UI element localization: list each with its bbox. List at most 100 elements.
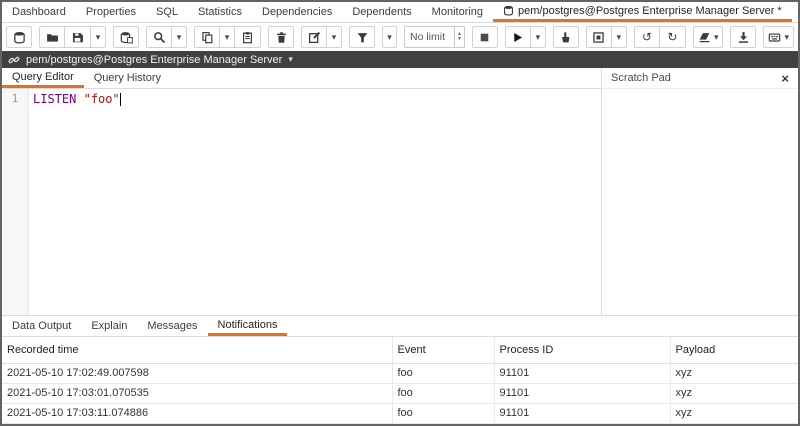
eraser-icon bbox=[698, 31, 711, 44]
tab-label: pem/postgres@Postgres Enterprise Manager… bbox=[518, 5, 782, 17]
query-tool-window: Dashboard Properties SQL Statistics Depe… bbox=[0, 0, 800, 426]
tab-dependents[interactable]: Dependents bbox=[342, 2, 421, 22]
tab-label: Dependencies bbox=[262, 6, 332, 18]
download-icon bbox=[737, 31, 750, 44]
notifications-table: Recorded time Event Process ID Payload 2… bbox=[2, 337, 798, 424]
download-button[interactable] bbox=[730, 26, 756, 48]
column-process-id[interactable]: Process ID bbox=[494, 337, 670, 363]
tab-explain[interactable]: Explain bbox=[81, 316, 137, 336]
explain-button[interactable] bbox=[553, 26, 579, 48]
save-data-changes-button[interactable] bbox=[113, 26, 139, 48]
table-row[interactable]: 2021-05-10 17:03:01.070535 foo 91101 xyz bbox=[2, 383, 798, 403]
clear-button[interactable]: ▾ bbox=[693, 26, 724, 48]
filter-icon bbox=[356, 31, 369, 44]
tab-label: Dependents bbox=[352, 6, 411, 18]
tab-data-output[interactable]: Data Output bbox=[2, 316, 81, 336]
stop-icon bbox=[478, 31, 491, 44]
commit-button[interactable]: ↺ bbox=[634, 26, 660, 48]
save-button[interactable] bbox=[65, 26, 91, 48]
execute-options-button[interactable]: ▾ bbox=[531, 26, 546, 48]
connection-status-bar[interactable]: pem/postgres@Postgres Enterprise Manager… bbox=[2, 51, 798, 68]
sql-string: "foo" bbox=[84, 92, 120, 106]
database-icon bbox=[503, 5, 514, 16]
save-options-button[interactable]: ▾ bbox=[91, 26, 106, 48]
filter-options-button[interactable]: ▾ bbox=[382, 26, 397, 48]
rollback-icon: ↻ bbox=[667, 31, 677, 43]
line-number: 1 bbox=[12, 92, 19, 105]
tab-notifications[interactable]: Notifications bbox=[208, 316, 288, 336]
database-icon bbox=[13, 31, 26, 44]
paste-icon bbox=[241, 31, 254, 44]
find-button[interactable] bbox=[146, 26, 172, 48]
edit-options-button[interactable]: ▾ bbox=[327, 26, 342, 48]
scratch-pad-header: Scratch Pad × bbox=[602, 68, 798, 89]
spinner-icon[interactable]: ▲▼ bbox=[454, 27, 464, 47]
connection-icon bbox=[8, 54, 20, 66]
connection-label: pem/postgres@Postgres Enterprise Manager… bbox=[26, 54, 282, 66]
scratch-pad-panel: Scratch Pad × bbox=[602, 68, 798, 315]
copy-icon bbox=[201, 31, 214, 44]
tab-label: SQL bbox=[156, 6, 178, 18]
explain-analyze-icon bbox=[592, 31, 605, 44]
tab-dependencies[interactable]: Dependencies bbox=[252, 2, 342, 22]
tab-query-tool-other[interactable]: pem/postgres... bbox=[792, 2, 800, 22]
tab-label: Monitoring bbox=[432, 6, 483, 18]
filter-button[interactable] bbox=[349, 26, 375, 48]
tab-label: Dashboard bbox=[12, 6, 66, 18]
tab-properties[interactable]: Properties bbox=[76, 2, 146, 22]
tab-query-editor[interactable]: Query Editor bbox=[2, 68, 84, 88]
query-tool-button[interactable] bbox=[6, 26, 32, 48]
tab-monitoring[interactable]: Monitoring bbox=[422, 2, 493, 22]
macro-button[interactable]: ▾ bbox=[763, 26, 794, 48]
table-row[interactable]: 2021-05-10 17:03:11.074886 foo 91101 xyz bbox=[2, 403, 798, 423]
column-payload[interactable]: Payload bbox=[670, 337, 798, 363]
cell-event: foo bbox=[392, 383, 494, 403]
hand-pointer-icon bbox=[559, 31, 572, 44]
rollback-button[interactable]: ↻ bbox=[660, 26, 686, 48]
macro-icon bbox=[768, 31, 781, 44]
row-limit-select[interactable]: No limit ▲▼ bbox=[404, 26, 465, 48]
column-recorded-time[interactable]: Recorded time bbox=[2, 337, 392, 363]
scratch-pad-title: Scratch Pad bbox=[611, 72, 671, 84]
cell-event: foo bbox=[392, 363, 494, 383]
query-toolbar: ▾ ▾ ▾ bbox=[2, 23, 798, 51]
column-event[interactable]: Event bbox=[392, 337, 494, 363]
tab-dashboard[interactable]: Dashboard bbox=[2, 2, 76, 22]
paste-button[interactable] bbox=[235, 26, 261, 48]
scratch-pad-editor[interactable] bbox=[602, 89, 798, 315]
code-area[interactable]: LISTEN "foo" bbox=[29, 89, 601, 315]
cancel-query-button[interactable] bbox=[472, 26, 498, 48]
open-file-button[interactable] bbox=[39, 26, 65, 48]
close-icon[interactable]: × bbox=[781, 71, 789, 86]
search-icon bbox=[153, 31, 166, 44]
commit-icon: ↺ bbox=[642, 31, 652, 43]
sql-keyword: LISTEN bbox=[33, 92, 76, 106]
execute-button[interactable] bbox=[505, 26, 531, 48]
main-tab-bar: Dashboard Properties SQL Statistics Depe… bbox=[2, 2, 798, 23]
explain-analyze-button[interactable] bbox=[586, 26, 612, 48]
explain-options-button[interactable]: ▾ bbox=[612, 26, 627, 48]
tab-query-tool-active[interactable]: pem/postgres@Postgres Enterprise Manager… bbox=[493, 2, 792, 22]
save-icon bbox=[71, 31, 84, 44]
tab-query-history[interactable]: Query History bbox=[84, 68, 171, 88]
edit-button[interactable] bbox=[301, 26, 327, 48]
sql-editor[interactable]: 1 LISTEN "foo" bbox=[2, 89, 601, 315]
editor-panel: Query Editor Query History 1 LISTEN "foo… bbox=[2, 68, 602, 315]
delete-button[interactable] bbox=[268, 26, 294, 48]
tab-sql[interactable]: SQL bbox=[146, 2, 188, 22]
cell-event: foo bbox=[392, 403, 494, 423]
cell-recorded-time: 2021-05-10 17:02:49.007598 bbox=[2, 363, 392, 383]
cell-recorded-time: 2021-05-10 17:03:01.070535 bbox=[2, 383, 392, 403]
find-options-button[interactable]: ▾ bbox=[172, 26, 187, 48]
editor-tabs: Query Editor Query History bbox=[2, 68, 601, 89]
output-tabs: Data Output Explain Messages Notificatio… bbox=[2, 316, 798, 337]
tab-statistics[interactable]: Statistics bbox=[188, 2, 252, 22]
main-split: Query Editor Query History 1 LISTEN "foo… bbox=[2, 68, 798, 316]
chevron-down-icon: ▾ bbox=[288, 54, 293, 65]
cell-payload: xyz bbox=[670, 403, 798, 423]
copy-options-button[interactable]: ▾ bbox=[220, 26, 235, 48]
copy-button[interactable] bbox=[194, 26, 220, 48]
folder-open-icon bbox=[46, 31, 59, 44]
tab-messages[interactable]: Messages bbox=[137, 316, 207, 336]
table-row[interactable]: 2021-05-10 17:02:49.007598 foo 91101 xyz bbox=[2, 363, 798, 383]
